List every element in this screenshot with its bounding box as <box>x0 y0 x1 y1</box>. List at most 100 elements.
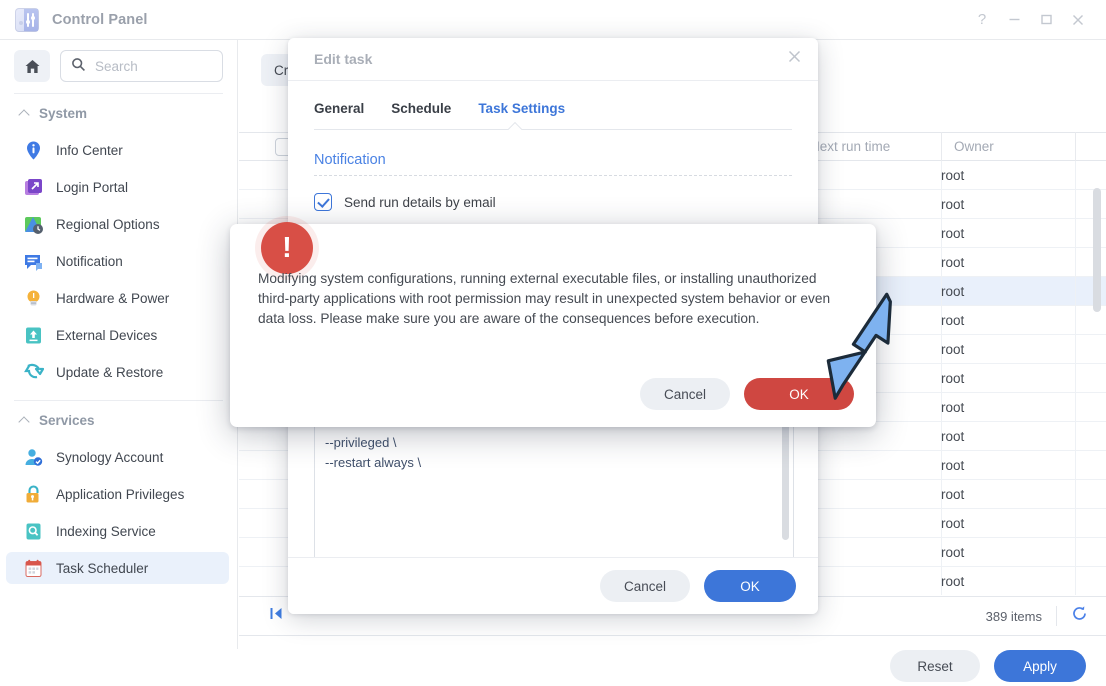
reset-button[interactable]: Reset <box>890 650 980 682</box>
sidebar-item-label: Update & Restore <box>56 364 164 380</box>
tab-schedule[interactable]: Schedule <box>391 101 451 129</box>
control-panel-icon <box>15 7 39 32</box>
task-scheduler-icon <box>23 558 44 579</box>
sidebar-item-label: Application Privileges <box>56 486 185 502</box>
send-run-details-row[interactable]: Send run details by email <box>314 193 792 211</box>
close-icon[interactable] <box>787 49 802 69</box>
dialog-tabs: General Schedule Task Settings <box>314 101 792 129</box>
sidebar-item-label: Hardware & Power <box>56 290 170 306</box>
column-header-owner[interactable]: Owner <box>941 132 1075 161</box>
window-controls: ? <box>966 5 1106 35</box>
home-icon[interactable] <box>14 50 50 82</box>
cancel-button[interactable]: Cancel <box>640 378 730 410</box>
cell-owner: root <box>941 370 965 386</box>
cell-owner: root <box>941 283 965 299</box>
cell-owner: root <box>941 486 965 502</box>
search-input[interactable]: Search <box>60 50 223 82</box>
tabs-underline <box>314 121 792 137</box>
footer-separator <box>1056 606 1057 626</box>
sidebar-item-notification[interactable]: Notification <box>6 245 229 277</box>
tab-general[interactable]: General <box>314 101 364 129</box>
hardware-power-icon <box>23 288 44 309</box>
sidebar-item-info-center[interactable]: Info Center <box>6 134 229 166</box>
chevron-up-icon <box>19 417 30 424</box>
close-button[interactable] <box>1062 5 1094 35</box>
login-portal-icon <box>23 177 44 198</box>
minimize-button[interactable] <box>998 5 1030 35</box>
ok-button[interactable]: OK <box>704 570 796 602</box>
page-actions: Reset Apply <box>239 646 1106 686</box>
sidebar-top: Search <box>0 40 237 82</box>
warning-message: Modifying system configurations, running… <box>258 271 831 326</box>
info-center-icon <box>23 140 44 161</box>
cell-owner: root <box>941 457 965 473</box>
script-line: --restart always \ <box>325 455 422 470</box>
sidebar-item-update-restore[interactable]: Update & Restore <box>6 356 229 388</box>
sidebar-group-system[interactable]: System <box>0 94 237 129</box>
cell-owner: root <box>941 515 965 531</box>
sidebar-item-task-scheduler[interactable]: Task Scheduler <box>6 552 229 584</box>
sidebar-item-label: Info Center <box>56 142 123 158</box>
edit-task-footer: Cancel OK <box>288 557 818 614</box>
sidebar-item-external-devices[interactable]: External Devices <box>6 319 229 351</box>
cell-owner: root <box>941 399 965 415</box>
sidebar-item-indexing-service[interactable]: Indexing Service <box>6 515 229 547</box>
cell-owner: root <box>941 428 965 444</box>
warning-dialog-footer: Cancel OK <box>640 378 854 410</box>
sidebar: Search System Info Center Login Portal R… <box>0 40 238 649</box>
external-devices-icon <box>23 325 44 346</box>
cell-owner: root <box>941 341 965 357</box>
first-page-icon[interactable] <box>268 605 285 627</box>
indexing-service-icon <box>23 521 44 542</box>
table-vertical-scrollbar[interactable] <box>1093 188 1101 312</box>
column-header-extra[interactable] <box>1075 132 1106 161</box>
sidebar-item-label: Synology Account <box>56 449 164 465</box>
search-placeholder: Search <box>95 58 138 74</box>
notification-section-rule <box>314 175 792 176</box>
regional-options-icon <box>23 214 44 235</box>
sidebar-item-label: Task Scheduler <box>56 560 149 576</box>
edit-task-header: Edit task <box>288 38 818 81</box>
cell-owner: root <box>941 254 965 270</box>
cell-owner: root <box>941 312 965 328</box>
dialog-title: Edit task <box>314 51 373 67</box>
window-title: Control Panel <box>52 11 148 28</box>
ok-button[interactable]: OK <box>744 378 854 410</box>
sidebar-group-services[interactable]: Services <box>0 401 237 436</box>
sidebar-item-label: Indexing Service <box>56 523 156 539</box>
exclamation-icon: ! <box>261 222 313 274</box>
sidebar-item-label: External Devices <box>56 327 158 343</box>
application-privileges-icon <box>23 484 44 505</box>
search-icon <box>71 57 86 75</box>
sidebar-item-synology-account[interactable]: Synology Account <box>6 441 229 473</box>
apply-button[interactable]: Apply <box>994 650 1086 682</box>
maximize-button[interactable] <box>1030 5 1062 35</box>
warning-dialog: ! Modifying system configurations, runni… <box>230 222 876 427</box>
tab-task-settings[interactable]: Task Settings <box>478 101 565 129</box>
help-button[interactable]: ? <box>966 5 998 35</box>
send-run-details-checkbox[interactable] <box>314 193 332 211</box>
sidebar-item-application-privileges[interactable]: Application Privileges <box>6 478 229 510</box>
notification-icon <box>23 251 44 272</box>
cell-owner: root <box>941 196 965 212</box>
cell-owner: root <box>941 167 965 183</box>
cell-owner: root <box>941 544 965 560</box>
column-header-next-run-time[interactable]: Next run time <box>797 132 941 161</box>
cell-owner: root <box>941 225 965 241</box>
cell-owner: root <box>941 573 965 589</box>
window-titlebar: Control Panel ? <box>0 0 1106 40</box>
cancel-button[interactable]: Cancel <box>600 570 690 602</box>
sidebar-item-login-portal[interactable]: Login Portal <box>6 171 229 203</box>
script-line: --privileged \ <box>325 435 397 450</box>
notification-section-title: Notification <box>314 152 386 168</box>
synology-account-icon <box>23 447 44 468</box>
update-restore-icon <box>23 362 45 383</box>
sidebar-group-label: Services <box>39 413 95 428</box>
sidebar-item-hardware-power[interactable]: Hardware & Power <box>6 282 229 314</box>
sidebar-item-label: Regional Options <box>56 216 160 232</box>
sidebar-group-label: System <box>39 106 88 121</box>
send-run-details-label: Send run details by email <box>344 194 496 210</box>
refresh-icon[interactable] <box>1071 605 1088 627</box>
sidebar-item-label: Notification <box>56 253 123 269</box>
sidebar-item-regional-options[interactable]: Regional Options <box>6 208 229 240</box>
